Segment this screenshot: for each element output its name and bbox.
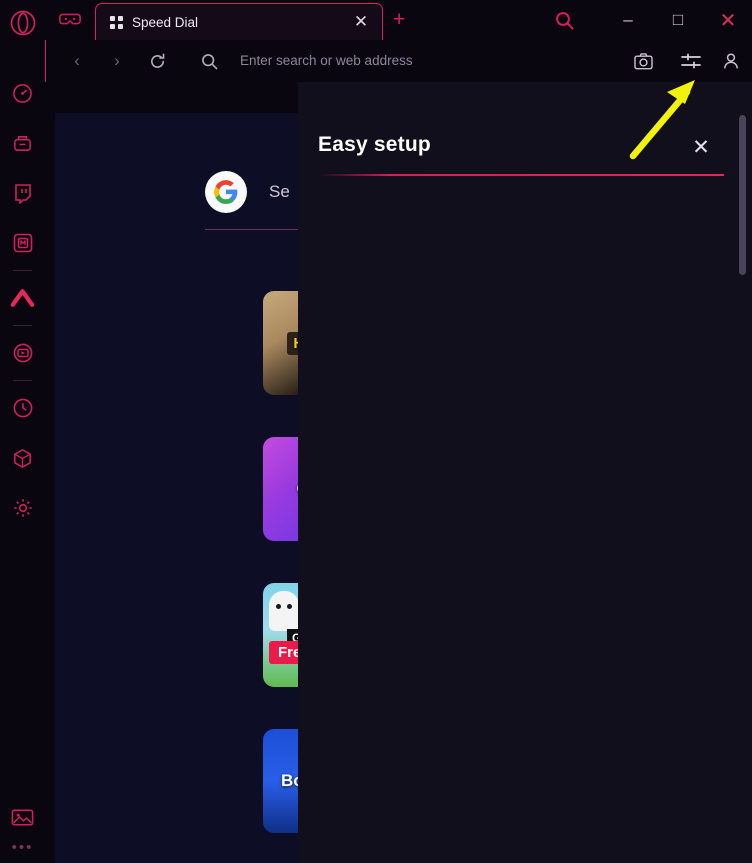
tab-close-icon[interactable]: ✕ bbox=[350, 12, 372, 32]
sidebar-divider bbox=[13, 325, 32, 326]
easy-setup-panel bbox=[298, 82, 752, 863]
forward-button[interactable]: › bbox=[104, 49, 130, 73]
panel-scrollbar[interactable] bbox=[739, 115, 746, 275]
sidebar-item-gx-cleaner[interactable] bbox=[5, 118, 41, 168]
player-icon bbox=[13, 343, 32, 363]
reload-button[interactable] bbox=[144, 49, 170, 73]
snapshot-icon[interactable] bbox=[628, 48, 658, 74]
settings-icon bbox=[13, 499, 32, 517]
panel-title: Easy setup bbox=[318, 133, 431, 156]
sidebar-divider bbox=[13, 380, 32, 381]
sidebar-item-player[interactable] bbox=[5, 328, 41, 378]
profile-icon[interactable] bbox=[716, 48, 746, 74]
sidebar-item-messenger[interactable] bbox=[5, 218, 41, 268]
maximize-button[interactable]: □ bbox=[662, 6, 694, 34]
tab-title: Speed Dial bbox=[132, 14, 199, 30]
extensions-icon bbox=[14, 448, 31, 468]
browser-tab[interactable]: Speed Dial ✕ bbox=[95, 3, 383, 40]
google-icon bbox=[205, 171, 247, 213]
flow-icon bbox=[10, 289, 35, 307]
search-icon[interactable] bbox=[196, 49, 222, 73]
minimize-button[interactable]: – bbox=[612, 6, 644, 34]
sidebar-divider bbox=[13, 270, 32, 271]
titlebar: Speed Dial ✕ + – □ ✕ bbox=[45, 0, 752, 40]
back-button[interactable]: ‹ bbox=[64, 49, 90, 73]
sidebar-item-twitch[interactable] bbox=[5, 168, 41, 218]
sidebar-item-history[interactable] bbox=[5, 383, 41, 433]
sidebar: ••• bbox=[0, 0, 45, 863]
sidebar-more-menu[interactable]: ••• bbox=[12, 840, 34, 855]
ghost-graphic bbox=[269, 591, 299, 631]
gx-control-icon bbox=[13, 83, 32, 103]
easy-setup-icon[interactable] bbox=[676, 48, 706, 74]
search-placeholder-text: Se bbox=[269, 182, 290, 201]
window-close-button[interactable]: ✕ bbox=[712, 6, 744, 34]
address-bar: ‹ › Enter search or web address bbox=[45, 40, 752, 82]
window-search-icon[interactable] bbox=[548, 6, 580, 34]
messenger-icon bbox=[13, 233, 32, 253]
sidebar-item-extensions[interactable] bbox=[5, 433, 41, 483]
sidebar-item-gx-control[interactable] bbox=[5, 68, 41, 118]
sidebar-item-wallpaper[interactable] bbox=[5, 803, 41, 833]
gx-cleaner-icon bbox=[14, 135, 31, 151]
gx-logo-icon bbox=[59, 10, 81, 33]
new-tab-button[interactable]: + bbox=[393, 8, 405, 32]
close-icon[interactable]: ✕ bbox=[688, 134, 714, 160]
opera-logo-icon[interactable] bbox=[6, 6, 40, 40]
twitch-icon bbox=[14, 183, 31, 204]
sidebar-item-flow[interactable] bbox=[5, 273, 41, 323]
opera-gx-window: ••• Se HERO CDK GX.ga bbox=[0, 0, 752, 863]
speed-dial-search[interactable]: Se bbox=[205, 171, 290, 213]
panel-rule bbox=[318, 174, 724, 176]
speed-dial-icon bbox=[110, 15, 123, 29]
sidebar-item-settings[interactable] bbox=[5, 483, 41, 533]
sidebar-bottom: ••• bbox=[0, 803, 45, 855]
address-input[interactable]: Enter search or web address bbox=[240, 50, 622, 72]
wallpaper-icon bbox=[11, 809, 34, 826]
history-icon bbox=[13, 398, 32, 418]
